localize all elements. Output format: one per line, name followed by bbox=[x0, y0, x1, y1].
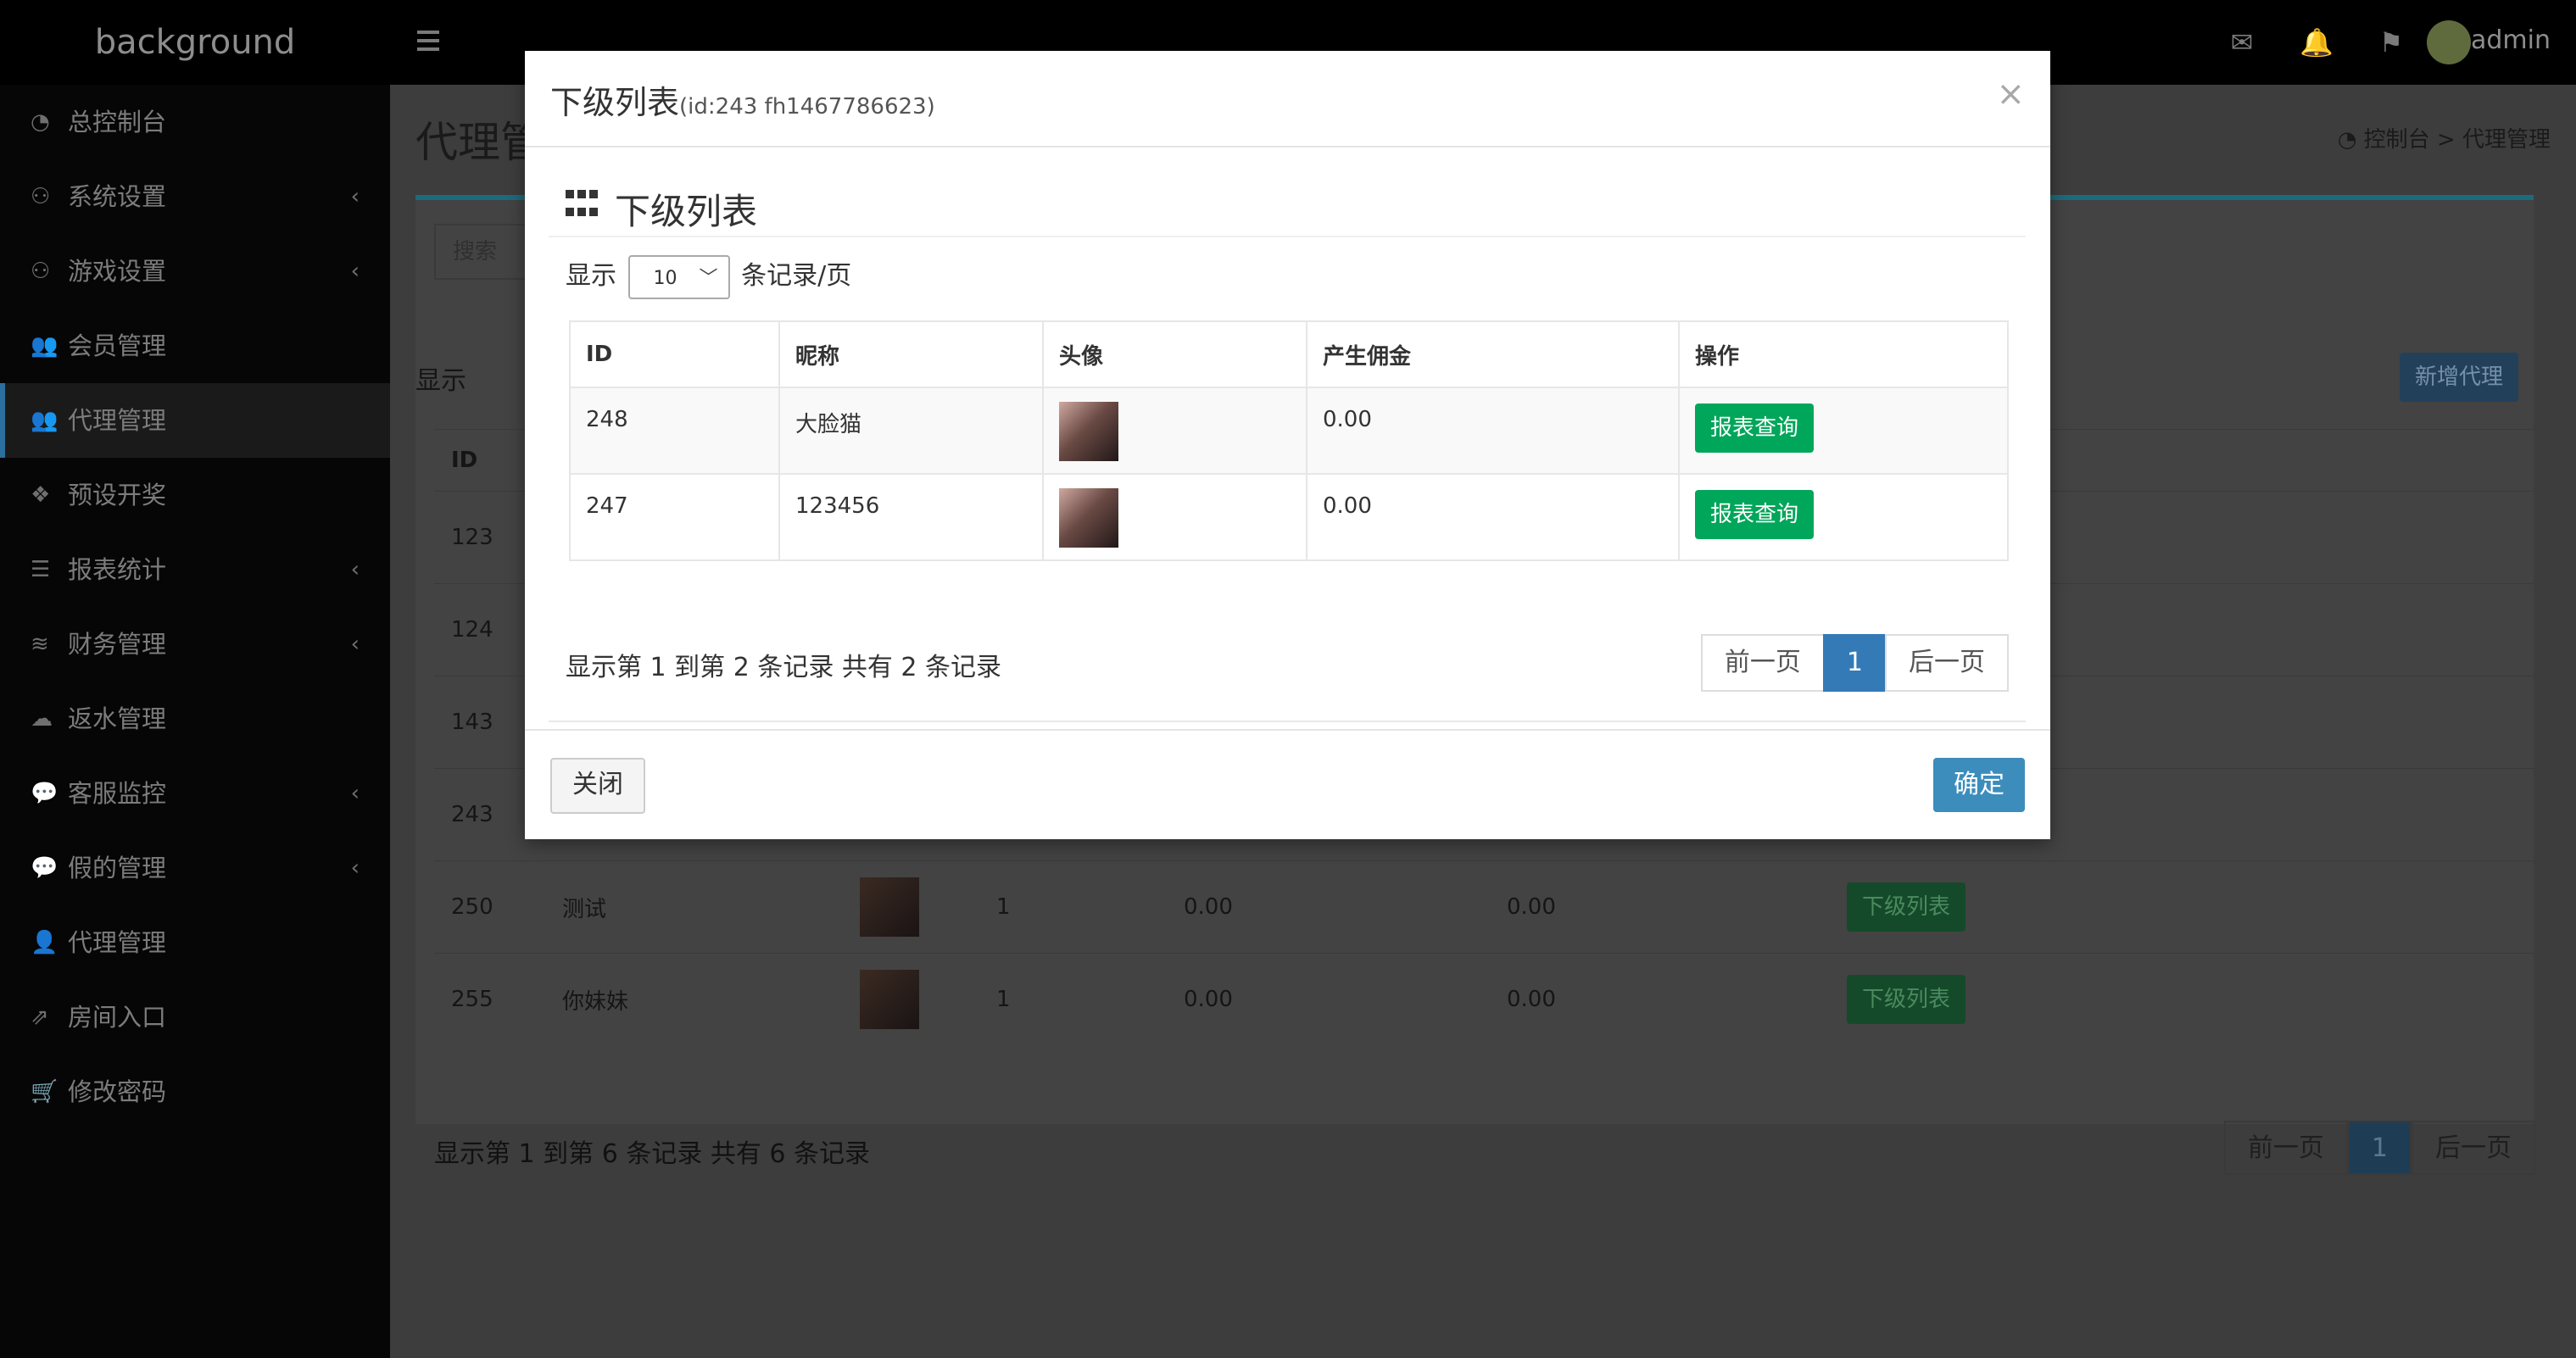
column-header-avatar[interactable]: 头像 bbox=[1042, 320, 1308, 388]
chevron-left-icon: ‹ bbox=[350, 184, 360, 209]
modal-header: 下级列表(id:243 fh1467786623) × bbox=[525, 51, 2050, 147]
external-link-icon: ⇗ bbox=[31, 1005, 49, 1030]
sub-list-button[interactable]: 下级列表 bbox=[1847, 882, 1965, 932]
sidebar-item-preset-draw[interactable]: ❖ 预设开奖 bbox=[0, 458, 390, 532]
pagination: 前一页 1 后一页 bbox=[2223, 1121, 2535, 1175]
gamepad-icon: ⚇ bbox=[31, 184, 51, 209]
chevron-left-icon: ‹ bbox=[350, 781, 360, 806]
table-row: 248 大脸猫 0.00 报表查询 bbox=[569, 387, 2009, 475]
prev-page-button[interactable]: 前一页 bbox=[2223, 1121, 2348, 1175]
column-header-actions[interactable]: 操作 bbox=[1678, 320, 2009, 388]
sidebar-item-agents[interactable]: 👥 代理管理 bbox=[0, 383, 390, 458]
report-query-button[interactable]: 报表查询 bbox=[1695, 404, 1814, 453]
chevron-left-icon: ‹ bbox=[350, 557, 360, 582]
chevron-left-icon: ‹ bbox=[350, 632, 360, 657]
add-agent-button[interactable]: 新增代理 bbox=[2400, 353, 2518, 402]
close-icon[interactable]: × bbox=[1996, 75, 2025, 114]
table-info: 显示第 1 到第 6 条记录 共有 6 条记录 bbox=[434, 1139, 871, 1169]
comment-icon: 💬 bbox=[31, 855, 59, 881]
sidebar-item-system-settings[interactable]: ⚇ 系统设置 ‹ bbox=[0, 159, 390, 234]
user-avatar[interactable] bbox=[2427, 20, 2471, 64]
users-icon: 👥 bbox=[31, 408, 59, 433]
sidebar-item-agent-management[interactable]: 👤 代理管理 bbox=[0, 905, 390, 980]
close-button[interactable]: 关闭 bbox=[550, 758, 645, 814]
cubes-icon: ❖ bbox=[31, 482, 51, 508]
confirm-button[interactable]: 确定 bbox=[1933, 758, 2025, 812]
breadcrumb: ◔ 控制台 > 代理管理 bbox=[2337, 127, 2551, 153]
sidebar-item-change-password[interactable]: 🛒 修改密码 bbox=[0, 1055, 390, 1129]
page-length-control: 显示 10 ﹀ 条记录/页 bbox=[566, 253, 851, 300]
sidebar-item-room-entry[interactable]: ⇗ 房间入口 bbox=[0, 980, 390, 1055]
column-header-nickname[interactable]: 昵称 bbox=[778, 320, 1044, 388]
grid-icon bbox=[566, 190, 598, 222]
page-title: 代理管 bbox=[415, 118, 543, 167]
database-icon: ≋ bbox=[31, 632, 49, 657]
sidebar-item-rebate[interactable]: ☁ 返水管理 bbox=[0, 682, 390, 756]
sidebar: ◔ 总控制台 ⚇ 系统设置 ‹ ⚇ 游戏设置 ‹ 👥 会员管理 👥 代理管理 ❖ 预设开奖 ☰ 报… bbox=[0, 85, 390, 1358]
breadcrumb-current: 代理管理 bbox=[2462, 127, 2551, 153]
sub-list-panel: 下级列表 显示 10 ﹀ 条记录/页 ID 昵称 头像 产生佣金 操作 248 大… bbox=[549, 178, 2026, 722]
table-row: 255 你妹妹 1 0.00 0.00 下级列表 bbox=[434, 953, 2534, 1045]
report-query-button[interactable]: 报表查询 bbox=[1695, 490, 1814, 539]
sidebar-item-support-monitor[interactable]: 💬 客服监控 ‹ bbox=[0, 756, 390, 831]
sidebar-item-dashboard[interactable]: ◔ 总控制台 bbox=[0, 85, 390, 159]
breadcrumb-home[interactable]: 控制台 bbox=[2364, 127, 2430, 153]
sub-list-table: ID 昵称 头像 产生佣金 操作 248 大脸猫 0.00 报表查询 247 1… bbox=[569, 320, 2009, 561]
sidebar-item-reports[interactable]: ☰ 报表统计 ‹ bbox=[0, 532, 390, 607]
sidebar-item-game-settings[interactable]: ⚇ 游戏设置 ‹ bbox=[0, 234, 390, 309]
dashboard-icon: ◔ bbox=[31, 109, 50, 135]
chevron-left-icon: ‹ bbox=[350, 259, 360, 284]
sidebar-item-members[interactable]: 👥 会员管理 bbox=[0, 309, 390, 383]
cloud-upload-icon: ☁ bbox=[31, 706, 53, 732]
panel-header: 下级列表 bbox=[549, 178, 2026, 237]
page-length-select[interactable]: 10 ﹀ bbox=[627, 254, 730, 299]
sidebar-item-finance[interactable]: ≋ 财务管理 ‹ bbox=[0, 607, 390, 682]
app-logo[interactable]: background bbox=[0, 0, 390, 85]
avatar bbox=[860, 970, 919, 1029]
bell-icon[interactable]: 🔔 bbox=[2296, 22, 2337, 63]
list-icon: ☰ bbox=[31, 557, 51, 582]
dashboard-icon: ◔ bbox=[2337, 127, 2364, 153]
next-page-button[interactable]: 后一页 bbox=[2412, 1121, 2535, 1175]
next-page-button[interactable]: 后一页 bbox=[1885, 634, 2009, 692]
sub-list-button[interactable]: 下级列表 bbox=[1847, 975, 1965, 1024]
panel-title: 下级列表 bbox=[615, 191, 758, 232]
column-header-id[interactable]: ID bbox=[569, 320, 780, 388]
modal-footer: 关闭 确定 bbox=[525, 729, 2050, 839]
page-1-button[interactable]: 1 bbox=[1822, 634, 1887, 692]
cart-icon: 🛒 bbox=[31, 1079, 59, 1105]
table-row: 247 123456 0.00 报表查询 bbox=[569, 473, 2009, 561]
comments-icon: 💬 bbox=[31, 781, 59, 806]
users-icon: 👥 bbox=[31, 333, 59, 359]
avatar bbox=[860, 877, 919, 937]
pagination: 前一页 1 后一页 bbox=[1700, 634, 2009, 692]
avatar bbox=[1059, 402, 1118, 461]
page-1-button[interactable]: 1 bbox=[2347, 1121, 2412, 1175]
chevron-down-icon: ﹀ bbox=[699, 267, 718, 289]
user-plus-icon: 👤 bbox=[31, 930, 59, 955]
sidebar-toggle-icon[interactable] bbox=[417, 25, 439, 59]
chevron-left-icon: ‹ bbox=[350, 855, 360, 881]
column-header-commission[interactable]: 产生佣金 bbox=[1306, 320, 1680, 388]
mail-icon[interactable]: ✉ bbox=[2222, 22, 2262, 63]
avatar bbox=[1059, 488, 1118, 548]
flag-icon[interactable]: ⚑ bbox=[2371, 22, 2412, 63]
page-length-label: 显示 bbox=[415, 366, 466, 396]
table-row: 250 测试 1 0.00 0.00 下级列表 bbox=[434, 860, 2534, 954]
modal-subtitle: (id:243 fh1467786623) bbox=[679, 94, 935, 120]
modal-title: 下级列表(id:243 fh1467786623) bbox=[550, 84, 935, 121]
table-info: 显示第 1 到第 2 条记录 共有 2 条记录 bbox=[566, 653, 1002, 682]
sub-list-modal: 下级列表(id:243 fh1467786623) × 下级列表 显示 10 ﹀ … bbox=[525, 51, 2050, 839]
sidebar-item-fake-management[interactable]: 💬 假的管理 ‹ bbox=[0, 831, 390, 905]
user-name[interactable]: admin bbox=[2471, 25, 2551, 55]
gamepad-icon: ⚇ bbox=[31, 259, 51, 284]
prev-page-button[interactable]: 前一页 bbox=[1700, 634, 1825, 692]
